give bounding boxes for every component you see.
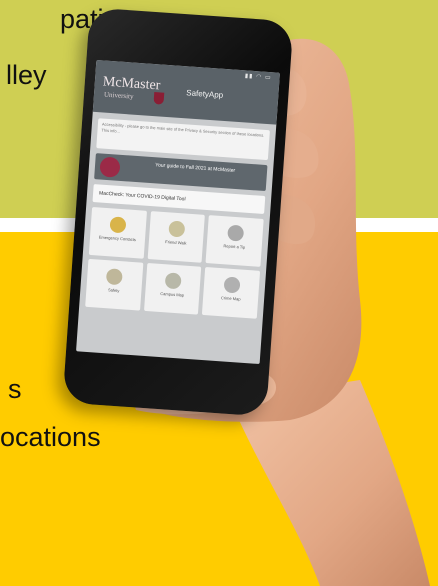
map-icon <box>164 272 182 290</box>
tile-label: Friend Walk <box>165 239 187 246</box>
tile-label: Report a Tip <box>223 243 246 250</box>
notice-card[interactable]: Accessibility - please go to the main si… <box>96 118 270 161</box>
university-logo-text: University <box>103 90 134 101</box>
feature-tiles: Emergency Contacts Friend Walk Report a … <box>85 206 264 319</box>
crest-icon <box>153 92 165 105</box>
walk-icon <box>168 220 186 238</box>
tile-label: Emergency Contacts <box>98 234 137 243</box>
tile-crime-map[interactable]: Crime Map <box>202 267 261 319</box>
tools-icon <box>106 268 124 286</box>
tile-label: Crime Map <box>220 295 241 302</box>
tile-campus-map[interactable]: Campus Map <box>143 262 202 315</box>
signal-wifi-battery-icon: ▮▮ ◠ ▭ <box>244 73 272 82</box>
app-header: ▮▮ ◠ ▭ McMaster University SafetyApp <box>92 59 280 125</box>
tile-label: Campus Map <box>160 290 185 298</box>
app-screen: ▮▮ ◠ ▭ McMaster University SafetyApp Acc… <box>76 59 280 365</box>
pin-icon <box>223 276 241 294</box>
smartphone: ▮▮ ◠ ▭ McMaster University SafetyApp Acc… <box>62 7 294 417</box>
tile-safety[interactable]: Safety <box>85 258 144 311</box>
tile-label: Safety <box>107 287 120 294</box>
tile-emergency-contacts[interactable]: Emergency Contacts <box>88 206 147 259</box>
app-title: SafetyApp <box>186 88 224 100</box>
tile-friend-walk[interactable]: Friend Walk <box>147 211 206 263</box>
tile-report-tip[interactable]: Report a Tip <box>205 215 264 267</box>
eye-icon <box>226 224 244 242</box>
guide-text: Your guide to Fall 2021 at McMaster <box>154 162 236 174</box>
phone-icon <box>109 216 127 234</box>
guide-badge-icon <box>99 156 121 178</box>
